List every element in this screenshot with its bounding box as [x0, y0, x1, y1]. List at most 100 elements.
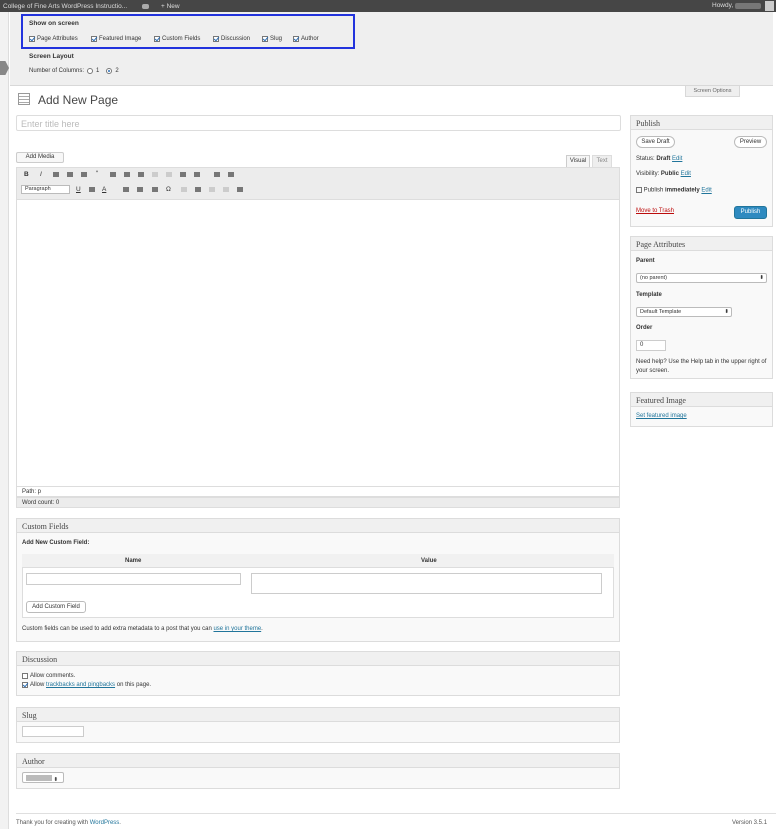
content-editor[interactable]: [16, 200, 620, 487]
add-media-button[interactable]: Add Media: [16, 152, 64, 163]
avatar[interactable]: [765, 1, 774, 11]
align-center-icon[interactable]: [124, 172, 130, 177]
link-icon[interactable]: [152, 172, 158, 177]
editor-path: Path: p: [16, 486, 620, 497]
checkbox-custom-fields[interactable]: Custom Fields: [154, 36, 200, 42]
wordpress-link[interactable]: WordPress: [90, 820, 120, 826]
checkbox-featured-image[interactable]: Featured Image: [91, 36, 141, 42]
slug-input[interactable]: [22, 726, 84, 737]
use-in-theme-link[interactable]: use in your theme: [213, 626, 261, 632]
allow-comments-checkbox[interactable]: Allow comments.: [22, 673, 75, 679]
author-title[interactable]: Author: [17, 754, 619, 768]
blockquote-icon[interactable]: “: [96, 170, 98, 177]
author-select[interactable]: ⬍: [22, 772, 64, 783]
checkbox-discussion[interactable]: Discussion: [213, 36, 250, 42]
numbered-list-icon[interactable]: [81, 172, 87, 177]
undo-icon[interactable]: [209, 187, 215, 192]
add-new-custom-field-label: Add New Custom Field:: [22, 540, 90, 546]
custom-field-name-input[interactable]: [26, 573, 241, 585]
save-draft-button[interactable]: Save Draft: [636, 136, 675, 148]
fullscreen-icon[interactable]: [214, 172, 220, 177]
edit-date-link[interactable]: Edit: [701, 188, 711, 194]
checkbox-page-attributes[interactable]: Page Attributes: [29, 36, 78, 42]
checkbox-icon[interactable]: [262, 36, 268, 42]
preview-button[interactable]: Preview: [734, 136, 767, 148]
spellcheck-icon[interactable]: [194, 172, 200, 177]
justify-icon[interactable]: [89, 187, 95, 192]
tab-visual[interactable]: Visual: [566, 155, 590, 167]
parent-select[interactable]: (no parent) ⬍: [636, 273, 767, 283]
strikethrough-icon[interactable]: [53, 172, 59, 177]
checkbox-icon[interactable]: [22, 673, 28, 679]
new-content-menu[interactable]: + New: [161, 3, 180, 10]
paste-text-icon[interactable]: [123, 187, 129, 192]
move-to-trash-link[interactable]: Move to Trash: [636, 208, 674, 214]
text-color-icon[interactable]: A: [102, 186, 106, 193]
columns-label: Number of Columns:: [29, 68, 85, 74]
bullet-list-icon[interactable]: [67, 172, 73, 177]
checkbox-icon[interactable]: [29, 36, 35, 42]
clear-formatting-icon[interactable]: [152, 187, 158, 192]
indent-icon[interactable]: [195, 187, 201, 192]
align-left-icon[interactable]: [110, 172, 116, 177]
slug-title[interactable]: Slug: [17, 708, 619, 722]
kitchen-sink-icon[interactable]: [228, 172, 234, 177]
add-custom-field-button[interactable]: Add Custom Field: [26, 601, 86, 613]
custom-field-value-textarea[interactable]: [251, 573, 602, 594]
featured-image-title[interactable]: Featured Image: [631, 393, 772, 407]
checkbox-author[interactable]: Author: [293, 36, 319, 42]
underline-icon[interactable]: U: [76, 186, 81, 193]
outdent-icon[interactable]: [181, 187, 187, 192]
screen-options-tab[interactable]: Screen Options: [685, 86, 740, 97]
edit-visibility-link[interactable]: Edit: [681, 171, 691, 177]
author-blurred: [26, 775, 52, 781]
discussion-title[interactable]: Discussion: [17, 652, 619, 666]
paste-word-icon[interactable]: [137, 187, 143, 192]
custom-field-header: [22, 554, 614, 568]
custom-fields-title[interactable]: Custom Fields: [17, 519, 619, 533]
tab-text[interactable]: Text: [592, 155, 612, 167]
order-input[interactable]: 0: [636, 340, 666, 351]
checkbox-slug[interactable]: Slug: [262, 36, 282, 42]
visibility-row: Visibility: Public Edit: [636, 171, 691, 177]
checkbox-label-end: on this page.: [116, 682, 152, 688]
more-tag-icon[interactable]: [180, 172, 186, 177]
checkbox-icon[interactable]: [213, 36, 219, 42]
select-arrow-icon: ⬍: [759, 275, 764, 281]
checkbox-icon[interactable]: [22, 682, 28, 688]
redo-icon[interactable]: [223, 187, 229, 192]
format-select[interactable]: Paragraph: [21, 185, 70, 194]
status-row: Status: Draft Edit: [636, 156, 682, 162]
radio-one-column[interactable]: [87, 68, 94, 74]
publish-title[interactable]: Publish: [631, 116, 772, 130]
special-char-icon[interactable]: Ω: [166, 186, 171, 193]
columns-setting: Number of Columns: 1 2: [29, 68, 119, 74]
page-attributes-title[interactable]: Page Attributes: [631, 237, 772, 251]
allow-trackbacks-checkbox[interactable]: Allow trackbacks and pingbacks on this p…: [22, 682, 151, 688]
unlink-icon[interactable]: [166, 172, 172, 177]
align-right-icon[interactable]: [138, 172, 144, 177]
radio-two-columns[interactable]: [106, 68, 113, 74]
discussion-box: Discussion: [16, 651, 620, 696]
checkbox-icon[interactable]: [91, 36, 97, 42]
checkbox-icon[interactable]: [154, 36, 160, 42]
comment-icon[interactable]: [142, 3, 149, 9]
title-input[interactable]: Enter title here: [16, 115, 621, 131]
checkbox-icon[interactable]: [293, 36, 299, 42]
template-select[interactable]: Default Template ⬍: [636, 307, 732, 317]
italic-icon[interactable]: I: [40, 171, 42, 178]
username-blurred[interactable]: [735, 3, 761, 9]
calendar-icon: [636, 187, 642, 193]
site-title-link[interactable]: College of Fine Arts WordPress Instructi…: [0, 3, 136, 10]
bold-icon[interactable]: B: [24, 171, 29, 178]
checkbox-label: Author: [301, 36, 319, 42]
help-icon[interactable]: [237, 187, 243, 192]
publish-button[interactable]: Publish: [734, 206, 767, 219]
status-label: Status:: [636, 156, 655, 162]
checkbox-label: Custom Fields: [162, 36, 201, 42]
edit-status-link[interactable]: Edit: [672, 156, 682, 162]
checkbox-label: Discussion: [221, 36, 251, 42]
trackbacks-link[interactable]: trackbacks and pingbacks: [46, 682, 115, 688]
set-featured-image-link[interactable]: Set featured image: [636, 413, 687, 419]
howdy-label[interactable]: Howdy,: [712, 2, 733, 9]
